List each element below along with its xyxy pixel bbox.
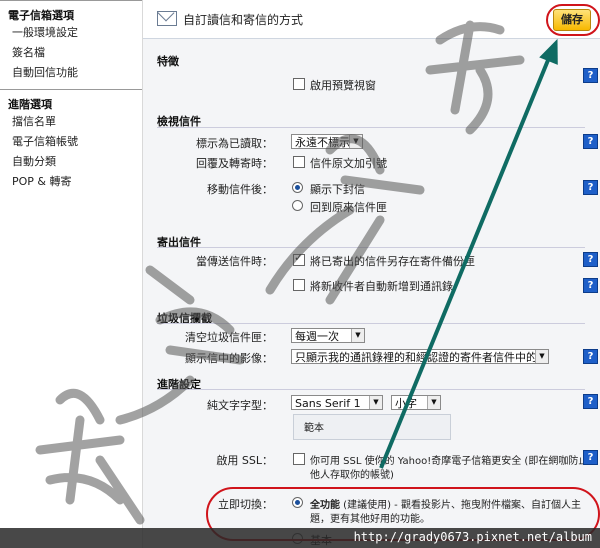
show-images-value: 只顯示我的通訊錄裡的和經認證的寄件者信件中的影像 — [295, 351, 549, 364]
when-sending-label: 當傳送信件時： — [196, 255, 273, 268]
ssl-checkbox[interactable] — [293, 453, 305, 465]
settings-header: 自訂讀信和寄信的方式 儲存 — [143, 0, 600, 39]
empty-spam-value: 每週一次 — [295, 330, 339, 343]
sidebar-group-advanced-options: 進階選項 擋信名單 電子信箱帳號 自動分類 POP & 轉寄 — [0, 89, 142, 192]
settings-panel: 自訂讀信和寄信的方式 儲存 特徵 啟用預覽視窗 ? 檢視信件 標示為已讀取： 永… — [143, 0, 600, 548]
font-family-select[interactable]: Sans Serif 1 ▼ — [291, 395, 383, 410]
sidebar-item-block-list[interactable]: 擋信名單 — [0, 112, 142, 132]
sidebar-group-mailbox-options: 電子信箱選項 一般環境設定 簽名檔 自動回信功能 — [0, 0, 142, 83]
sidebar-item-signature[interactable]: 簽名檔 — [0, 43, 142, 63]
show-images-label: 顯示信中的影像： — [185, 352, 273, 365]
save-sent-checkbox[interactable] — [293, 251, 305, 266]
ssl-description-line2: 他人存取你的帳號) — [310, 470, 394, 481]
help-icon-after-move[interactable]: ? — [583, 180, 598, 195]
help-icon-auto-add[interactable]: ? — [583, 278, 598, 293]
after-move-label: 移動信件後： — [207, 183, 273, 196]
ssl-description-line1: 你可用 SSL 使你的 Yahoo!奇摩電子信箱更安全 (即在網咖防止 — [310, 456, 589, 467]
auto-add-contacts-label: 將新收件者自動新增到通訊錄 — [310, 280, 453, 293]
section-title-features: 特徵 — [157, 55, 179, 68]
mark-read-select[interactable]: 永遠不標示 ▼ — [291, 134, 363, 149]
save-highlight-ring — [546, 4, 600, 36]
show-images-select[interactable]: 只顯示我的通訊錄裡的和經認證的寄件者信件中的影像 ▼ — [291, 349, 549, 364]
chevron-down-icon: ▼ — [351, 329, 364, 342]
auto-add-contacts-checkbox[interactable] — [293, 279, 305, 291]
font-sample-text: 範本 — [304, 423, 324, 434]
quote-original-checkbox[interactable] — [293, 156, 305, 168]
empty-spam-label: 清空垃圾信件匣： — [185, 331, 273, 344]
preview-pane-label: 啟用預覽視窗 — [310, 79, 376, 92]
help-icon-font[interactable]: ? — [583, 394, 598, 409]
mark-read-label: 標示為已讀取： — [196, 137, 273, 150]
sidebar-item-mail-accounts[interactable]: 電子信箱帳號 — [0, 132, 142, 152]
after-move-next-radio[interactable] — [292, 182, 303, 193]
font-size-value: 小字 — [395, 397, 417, 410]
watermark-url: http://grady0673.pixnet.net/album — [353, 530, 592, 544]
empty-spam-select[interactable]: 每週一次 ▼ — [291, 328, 365, 343]
after-move-back-radio[interactable] — [292, 200, 303, 211]
help-icon-ssl[interactable]: ? — [583, 450, 598, 465]
sidebar-item-filters[interactable]: 自動分類 — [0, 152, 142, 172]
section-divider — [157, 247, 585, 248]
save-sent-label: 將已寄出的信件另存在寄件備份匣 — [310, 255, 475, 268]
sidebar-item-general[interactable]: 一般環境設定 — [0, 23, 142, 43]
section-divider — [157, 389, 585, 390]
help-icon-show-images[interactable]: ? — [583, 349, 598, 364]
font-sample-preview: 範本 — [293, 414, 451, 440]
mail-envelope-icon — [157, 11, 177, 26]
sidebar: 電子信箱選項 一般環境設定 簽名檔 自動回信功能 進階選項 擋信名單 電子信箱帳… — [0, 0, 143, 548]
help-icon-save-sent[interactable]: ? — [583, 252, 598, 267]
sidebar-heading-mailbox-options: 電子信箱選項 — [0, 0, 142, 23]
section-divider — [157, 127, 585, 128]
font-size-select[interactable]: 小字 ▼ — [391, 395, 441, 410]
chevron-down-icon: ▼ — [349, 135, 362, 148]
mark-read-value: 永遠不標示 — [295, 136, 350, 149]
reply-label: 回覆及轉寄時： — [196, 157, 273, 170]
plain-font-label: 純文字字型： — [207, 399, 273, 412]
after-move-back-label: 回到原來信件匣 — [310, 201, 387, 214]
quote-original-label: 信件原文加引號 — [310, 157, 387, 170]
after-move-next-label: 顯示下封信 — [310, 183, 365, 196]
ssl-label: 啟用 SSL： — [216, 454, 273, 467]
help-icon-features[interactable]: ? — [583, 68, 598, 83]
chevron-down-icon: ▼ — [427, 396, 440, 409]
font-family-value: Sans Serif 1 — [295, 397, 361, 410]
sidebar-item-pop-forwarding[interactable]: POP & 轉寄 — [0, 172, 142, 192]
chevron-down-icon: ▼ — [535, 350, 548, 363]
chevron-down-icon: ▼ — [369, 396, 382, 409]
section-divider — [157, 323, 585, 324]
help-icon-mark-read[interactable]: ? — [583, 134, 598, 149]
sidebar-item-auto-reply[interactable]: 自動回信功能 — [0, 63, 142, 83]
page-title: 自訂讀信和寄信的方式 — [183, 13, 304, 27]
preview-pane-checkbox[interactable] — [293, 78, 305, 90]
sidebar-heading-advanced-options: 進階選項 — [0, 89, 142, 112]
